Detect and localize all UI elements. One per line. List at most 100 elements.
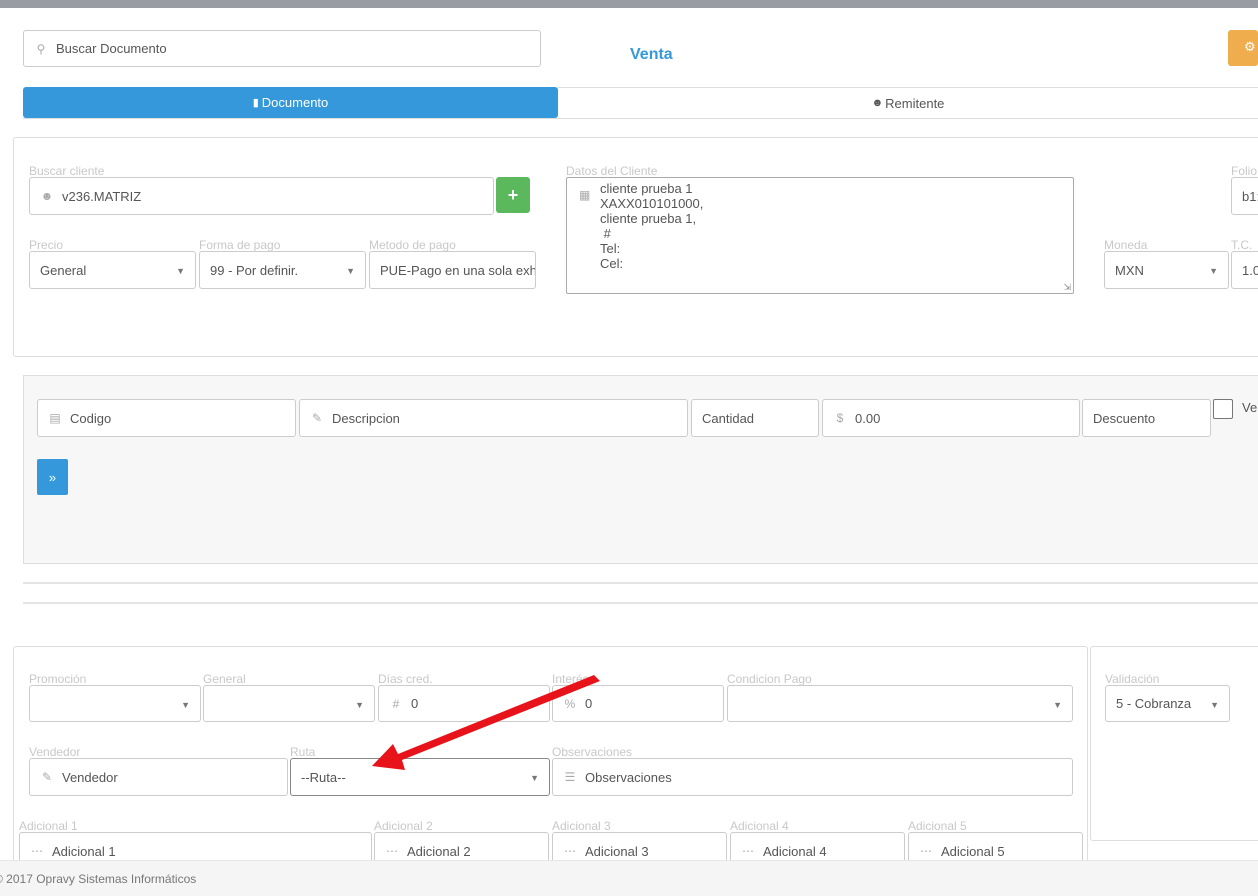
resize-handle-icon[interactable]: ⇲ bbox=[1063, 282, 1071, 293]
precio-unitario-value: 0.00 bbox=[855, 410, 881, 426]
datos-cliente-label: Datos del Cliente bbox=[566, 164, 658, 178]
buscar-cliente-label: Buscar cliente bbox=[29, 164, 105, 178]
ellipsis-icon: ⋯ bbox=[31, 844, 43, 858]
add-product-button[interactable]: » bbox=[37, 459, 68, 495]
forma-pago-select[interactable]: 99 - Por definir. ▼ bbox=[199, 251, 366, 289]
general-select[interactable]: ▼ bbox=[203, 685, 375, 722]
tab-remitente-label: Remitente bbox=[885, 95, 945, 111]
divider-line bbox=[23, 602, 1258, 604]
precio-label: Precio bbox=[29, 238, 64, 252]
top-bar bbox=[0, 0, 1258, 16]
ellipsis-icon: ⋯ bbox=[920, 844, 932, 858]
ellipsis-icon: ⋯ bbox=[386, 844, 398, 858]
caret-down-icon: ▼ bbox=[1210, 700, 1219, 710]
validacion-value: 5 - Cobranza bbox=[1116, 696, 1192, 711]
client-search-input[interactable]: ☻ v236.MATRIZ bbox=[29, 177, 494, 215]
document-search-input[interactable]: ⚲ Buscar Documento bbox=[23, 30, 541, 67]
caret-down-icon: ▼ bbox=[346, 266, 355, 276]
datos-cliente-text: cliente prueba 1 XAXX010101000, cliente … bbox=[600, 181, 704, 271]
forma-pago-label: Forma de pago bbox=[199, 238, 281, 252]
vendedor-placeholder: Vendedor bbox=[62, 769, 118, 785]
validacion-label: Validación bbox=[1105, 672, 1160, 686]
observaciones-input[interactable]: ☰ Observaciones bbox=[552, 758, 1073, 796]
gears-icon: ⚙ bbox=[1244, 39, 1256, 54]
forma-pago-value: 99 - Por definir. bbox=[210, 262, 299, 278]
user-icon: ☻ bbox=[40, 189, 54, 203]
caret-down-icon: ▼ bbox=[176, 266, 185, 276]
tab-documento-label: Documento bbox=[261, 95, 329, 110]
caret-down-icon: ▼ bbox=[1053, 700, 1062, 710]
ve-checkbox[interactable] bbox=[1213, 399, 1233, 419]
ellipsis-icon: ⋯ bbox=[564, 844, 576, 858]
promocion-select[interactable]: ▼ bbox=[29, 685, 201, 722]
adicional-2-placeholder: Adicional 2 bbox=[407, 843, 471, 859]
adicional-5-placeholder: Adicional 5 bbox=[941, 843, 1005, 859]
descuento-input[interactable]: Descuento bbox=[1082, 399, 1211, 437]
annotation-arrow-icon bbox=[372, 675, 600, 770]
client-search-value: v236.MATRIZ bbox=[62, 188, 142, 204]
divider-line bbox=[23, 582, 1258, 584]
adicional-1-label: Adicional 1 bbox=[19, 819, 78, 833]
precio-unitario-input[interactable]: $ 0.00 bbox=[822, 399, 1080, 437]
cantidad-input[interactable]: Cantidad bbox=[691, 399, 819, 437]
page-title: Venta bbox=[630, 46, 673, 63]
adicional-3-label: Adicional 3 bbox=[552, 819, 611, 833]
building-icon: ▦ bbox=[579, 188, 591, 202]
validacion-select[interactable]: 5 - Cobranza ▼ bbox=[1105, 685, 1230, 722]
tab-bar: ▮ Documento ☻ Remitente bbox=[23, 87, 1258, 119]
adicional-4-placeholder: Adicional 4 bbox=[763, 843, 827, 859]
search-icon: ⚲ bbox=[36, 41, 46, 56]
tc-label: T.C. bbox=[1231, 238, 1253, 252]
cantidad-placeholder: Cantidad bbox=[702, 410, 755, 426]
footer: © 2017 Opravy Sistemas Informáticos bbox=[0, 860, 1258, 896]
dollar-icon: $ bbox=[836, 411, 844, 425]
precio-value: General bbox=[40, 262, 87, 278]
folio-value: b1: bbox=[1242, 188, 1258, 204]
general-label: General bbox=[203, 672, 246, 686]
metodo-pago-value: PUE-Pago en una sola exhibición bbox=[380, 262, 535, 278]
moneda-label: Moneda bbox=[1104, 238, 1148, 252]
add-client-button[interactable]: + bbox=[496, 177, 530, 213]
datos-cliente-textarea[interactable]: ▦ cliente prueba 1 XAXX010101000, client… bbox=[566, 177, 1074, 294]
user-icon: ☻ bbox=[871, 97, 884, 109]
moneda-value: MXN bbox=[1115, 262, 1144, 278]
condicion-pago-label: Condicion Pago bbox=[727, 672, 812, 686]
descuento-placeholder: Descuento bbox=[1093, 410, 1156, 426]
settings-button[interactable]: ⚙ bbox=[1228, 30, 1258, 66]
ruta-label: Ruta bbox=[290, 745, 316, 759]
metodo-pago-input[interactable]: PUE-Pago en una sola exhibición bbox=[369, 251, 536, 289]
promocion-label: Promoción bbox=[29, 672, 87, 686]
tc-value: 1.0 bbox=[1242, 262, 1258, 278]
codigo-placeholder: Codigo bbox=[70, 410, 112, 426]
moneda-select[interactable]: MXN ▼ bbox=[1104, 251, 1229, 289]
codigo-input[interactable]: ▤ Codigo bbox=[37, 399, 296, 437]
folio-input[interactable]: b1: bbox=[1231, 177, 1258, 215]
edit-icon: ✎ bbox=[311, 411, 323, 425]
document-search-placeholder: Buscar Documento bbox=[56, 41, 167, 56]
adicional-3-placeholder: Adicional 3 bbox=[585, 843, 649, 859]
tab-documento[interactable]: ▮ Documento bbox=[23, 87, 558, 118]
ve-checkbox-label: Ve bbox=[1242, 400, 1258, 415]
condicion-pago-select[interactable]: ▼ bbox=[727, 685, 1073, 722]
tab-remitente[interactable]: ☻ Remitente bbox=[558, 87, 1258, 118]
double-chevron-right-icon: » bbox=[48, 469, 57, 485]
metodo-pago-label: Metodo de pago bbox=[369, 238, 456, 252]
vendedor-label: Vendedor bbox=[29, 745, 81, 759]
caret-down-icon: ▼ bbox=[181, 700, 190, 710]
footer-copyright: © 2017 Opravy Sistemas Informáticos bbox=[0, 871, 197, 886]
adicional-5-label: Adicional 5 bbox=[908, 819, 967, 833]
folio-label: Folio bbox=[1231, 164, 1258, 178]
caret-down-icon: ▼ bbox=[1209, 266, 1218, 276]
adicional-2-label: Adicional 2 bbox=[374, 819, 433, 833]
descripcion-placeholder: Descripcion bbox=[332, 410, 400, 426]
descripcion-input[interactable]: ✎ Descripcion bbox=[299, 399, 688, 437]
ellipsis-icon: ⋯ bbox=[742, 844, 754, 858]
vendedor-input[interactable]: ✎ Vendedor bbox=[29, 758, 288, 796]
precio-select[interactable]: General ▼ bbox=[29, 251, 196, 289]
adicional-4-label: Adicional 4 bbox=[730, 819, 789, 833]
document-icon: ▮ bbox=[252, 97, 259, 109]
tc-input[interactable]: 1.0 bbox=[1231, 251, 1258, 289]
edit-icon: ✎ bbox=[41, 770, 53, 784]
ruta-value: --Ruta-- bbox=[301, 769, 346, 785]
adicional-1-placeholder: Adicional 1 bbox=[52, 843, 116, 859]
